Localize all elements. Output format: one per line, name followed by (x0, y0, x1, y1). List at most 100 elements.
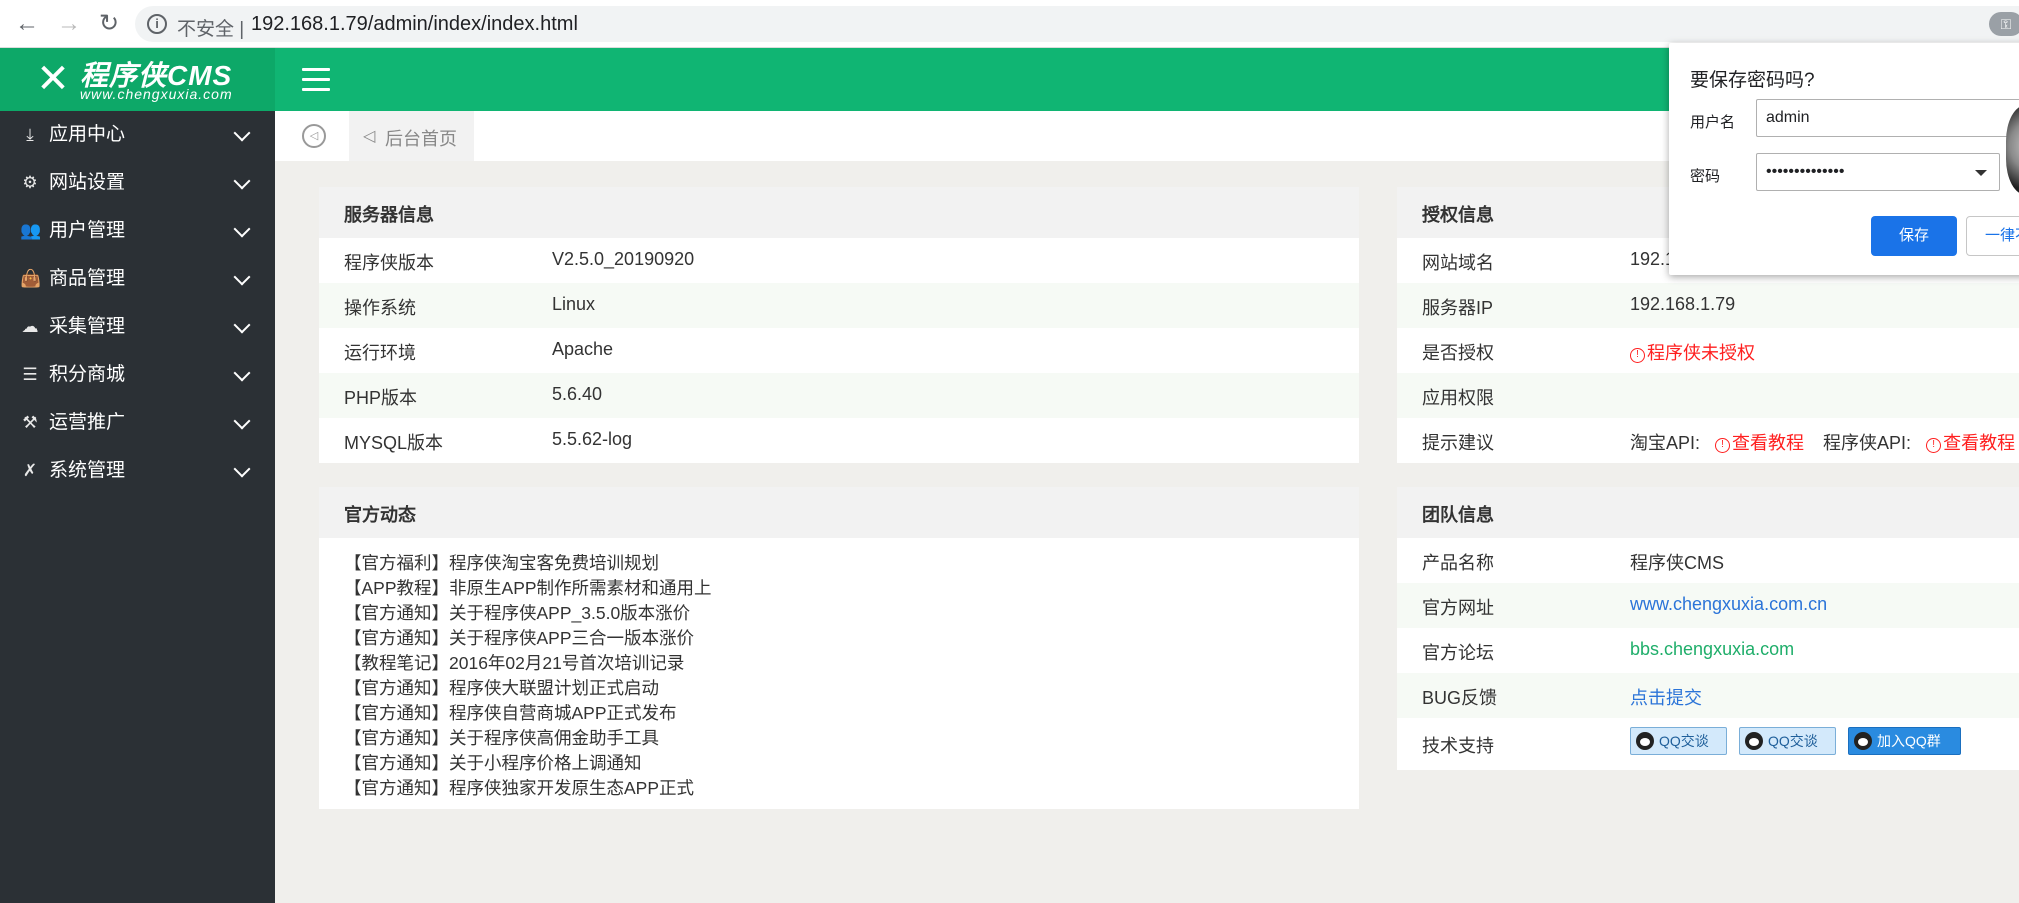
sidebar-item-site-settings[interactable]: ⚙ 网站设置 (0, 159, 275, 207)
sidebar-item-points-mall[interactable]: ☰ 积分商城 (0, 351, 275, 399)
row-value: 5.5.62-log (552, 429, 633, 449)
row-value: V2.5.0_20190920 (552, 249, 695, 269)
taobao-api-label: 淘宝API: (1630, 433, 1701, 453)
news-link[interactable]: 【官方通知】程序侠自营商城APP正式发布 (344, 700, 677, 725)
tools-icon: ⚒ (22, 413, 38, 432)
news-link[interactable]: 【官方通知】关于程序侠APP三合一版本涨价 (344, 625, 694, 650)
insecure-label: 不安全 | (177, 19, 245, 40)
reload-button[interactable]: ↻ (92, 8, 126, 40)
row-value: 程序侠CMS (1630, 553, 1724, 573)
browser-toolbar: ← → ↻ i 不安全 | 192.168.1.79/admin/index/i… (0, 0, 2019, 48)
table-row: 操作系统 Linux (319, 283, 1359, 328)
sidebar-item-app-center[interactable]: ⤓ 应用中心 (0, 111, 275, 159)
menu-toggle-icon[interactable] (302, 68, 330, 92)
caret-down-icon (1975, 170, 1987, 176)
sidebar-item-products[interactable]: 👜 商品管理 (0, 255, 275, 303)
key-icon[interactable]: ⚿ (1989, 12, 2019, 36)
row-key: 运行环境 (344, 343, 416, 363)
table-row: 应用权限 (1397, 373, 2019, 418)
table-row: 官方论坛 bbs.chengxuxia.com (1397, 628, 2019, 673)
news-link[interactable]: 【官方通知】关于程序侠高佣金助手工具 (344, 725, 659, 750)
row-key: BUG反馈 (1422, 688, 1498, 708)
link-label: 查看教程 (1732, 433, 1805, 453)
news-link[interactable]: 【官方通知】关于小程序价格上调通知 (344, 750, 642, 775)
panel-title: 团队信息 (1422, 505, 1494, 525)
download-icon: ⤓ (26, 125, 34, 144)
row-key: PHP版本 (344, 388, 418, 408)
send-icon: ◁ (363, 128, 376, 145)
logo[interactable]: ✕ 程序侠CMS www.chengxuxia.com (0, 48, 275, 111)
table-row: BUG反馈 点击提交 (1397, 673, 2019, 718)
back-button[interactable]: ← (10, 8, 44, 40)
table-row: 程序侠版本 V2.5.0_20190920 (319, 238, 1359, 283)
alert-icon: ! (1630, 348, 1645, 363)
chevron-down-icon (233, 364, 251, 382)
chevron-down-icon (233, 220, 251, 238)
cxx-api-label: 程序侠API: (1823, 433, 1912, 453)
wrench-icon: ✗ (22, 461, 38, 480)
news-link[interactable]: 【官方通知】程序侠独家开发原生态APP正式 (344, 775, 694, 800)
news-link[interactable]: 【APP教程】非原生APP制作所需素材和通用上 (344, 575, 712, 600)
table-row: 运行环境 Apache (319, 328, 1359, 373)
row-value: ! 程序侠未授权 (1630, 339, 1755, 365)
url-text[interactable]: 192.168.1.79/admin/index/index.html (251, 13, 578, 36)
join-qq-group-button[interactable]: 加入QQ群 (1848, 727, 1961, 755)
qq-group-icon (1854, 732, 1872, 750)
qq-penguin-icon (1636, 732, 1654, 750)
button-label: 加入QQ群 (1877, 733, 1941, 749)
tab-scroll-left-icon[interactable]: ◁ (302, 124, 326, 148)
chevron-down-icon (233, 172, 251, 190)
news-link[interactable]: 【官方通知】关于程序侠APP_3.5.0版本涨价 (344, 600, 690, 625)
forward-button[interactable]: → (52, 8, 86, 40)
save-button[interactable]: 保存 (1871, 216, 1957, 256)
chevron-down-icon (233, 460, 251, 478)
table-row: 产品名称 程序侠CMS (1397, 538, 2019, 583)
address-bar[interactable]: i 不安全 | 192.168.1.79/admin/index/index.h… (135, 6, 2019, 42)
sidebar-item-label: 运营推广 (49, 412, 126, 433)
sidebar-item-label: 用户管理 (49, 220, 126, 241)
team-panel: 团队信息 产品名称 程序侠CMS 官方网址 www.chengxuxia.com… (1397, 487, 2019, 770)
sidebar-item-users[interactable]: 👥 用户管理 (0, 207, 275, 255)
never-button[interactable]: 一律不 (1966, 216, 2019, 256)
news-panel: 官方动态 【官方福利】程序侠淘宝客免费培训规划 【APP教程】非原生APP制作所… (319, 487, 1359, 809)
table-row: 服务器IP 192.168.1.79 (1397, 283, 2019, 328)
news-link[interactable]: 【官方福利】程序侠淘宝客免费培训规划 (344, 550, 659, 575)
panel-title: 授权信息 (1422, 205, 1494, 225)
sidebar-item-system[interactable]: ✗ 系统管理 (0, 447, 275, 495)
qq-penguin-icon (1745, 732, 1763, 750)
news-link[interactable]: 【教程笔记】2016年02月21号首次培训记录 (344, 650, 684, 675)
logo-mark-icon: ✕ (36, 57, 70, 101)
table-row: 官方网址 www.chengxuxia.com.cn (1397, 583, 2019, 628)
tab-home[interactable]: ◁ 后台首页 (349, 111, 474, 161)
row-key: MYSQL版本 (344, 433, 444, 453)
chevron-down-icon (233, 316, 251, 334)
logo-subtitle: www.chengxuxia.com (80, 86, 233, 102)
sidebar-item-collection[interactable]: ☁ 采集管理 (0, 303, 275, 351)
sidebar-item-promotion[interactable]: ⚒ 运营推广 (0, 399, 275, 447)
password-select[interactable]: •••••••••••••• (1756, 153, 2000, 191)
sidebar-item-label: 网站设置 (49, 172, 126, 193)
alert-icon: ! (1926, 438, 1942, 453)
alert-icon: ! (1715, 438, 1731, 453)
username-field[interactable]: admin (1756, 99, 2019, 137)
news-link[interactable]: 【官方通知】程序侠大联盟计划正式启动 (344, 675, 659, 700)
qq-chat-button[interactable]: QQ交谈 (1739, 727, 1836, 755)
official-site-link[interactable]: www.chengxuxia.com.cn (1630, 594, 1827, 615)
qq-chat-button[interactable]: QQ交谈 (1630, 727, 1727, 755)
cxx-tutorial-link[interactable]: ! 查看教程 (1926, 433, 2015, 453)
row-key: 操作系统 (344, 298, 416, 318)
row-key: 程序侠版本 (344, 253, 434, 273)
forum-link[interactable]: bbs.chengxuxia.com (1630, 639, 1794, 660)
cloud-download-icon: ☁ (21, 317, 39, 336)
dialog-title: 要保存密码吗? (1690, 70, 1815, 91)
row-key: 网站域名 (1422, 253, 1494, 273)
taobao-tutorial-link[interactable]: ! 查看教程 (1715, 433, 1804, 453)
link-label: 查看教程 (1943, 433, 2016, 453)
table-row: 提示建议 淘宝API: ! 查看教程 程序侠API: ! 查看教程 (1397, 418, 2019, 463)
row-value: 5.6.40 (552, 384, 603, 404)
bug-report-link[interactable]: 点击提交 (1630, 684, 1702, 710)
info-icon[interactable]: i (147, 14, 167, 34)
sidebar: ⤓ 应用中心 ⚙ 网站设置 👥 用户管理 👜 商品管理 ☁ 采集管理 ☰ 积分商… (0, 111, 275, 903)
sidebar-item-label: 应用中心 (49, 124, 126, 145)
sidebar-item-label: 商品管理 (49, 268, 126, 289)
